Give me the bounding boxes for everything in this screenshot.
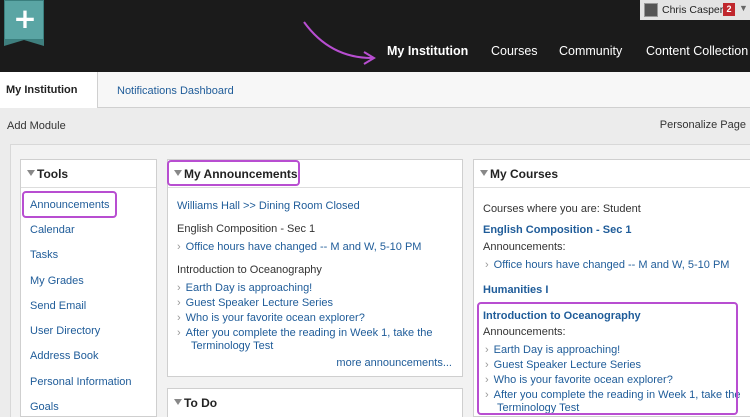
tab-notifications-dashboard[interactable]: Notifications Dashboard	[117, 85, 234, 97]
module-title: Tools	[37, 167, 69, 181]
top-bar: + Chris Casper 2 ▼ My Institution Course…	[0, 0, 750, 72]
add-logo-icon[interactable]: +	[4, 0, 44, 40]
avatar	[644, 3, 658, 17]
module-header[interactable]: My Courses	[474, 160, 750, 188]
announcement-item-label: Guest Speaker Lecture Series	[185, 297, 334, 309]
bullet-chevron-icon: ›	[177, 241, 181, 253]
nav-courses[interactable]: Courses	[491, 44, 538, 58]
announcement-link[interactable]: Williams Hall >> Dining Room Closed	[177, 200, 360, 212]
bullet-chevron-icon: ›	[177, 282, 181, 294]
pointer-arrow-icon	[303, 21, 376, 65]
chevron-down-icon[interactable]: ▼	[739, 3, 748, 13]
announcements-module: My Announcements Williams Hall >> Dining…	[167, 159, 463, 377]
announcement-item[interactable]: › Office hours have changed -- M and W, 5…	[177, 241, 421, 253]
module-header[interactable]: Tools	[21, 160, 156, 188]
bullet-chevron-icon: ›	[177, 327, 181, 339]
announcement-item-label: Earth Day is approaching!	[185, 282, 313, 294]
announcements-highlight	[22, 191, 117, 218]
announcement-item[interactable]: › Guest Speaker Lecture Series	[177, 297, 333, 309]
announcement-item-label: After you complete the reading in Week 1…	[185, 327, 433, 339]
action-bar: Add Module Personalize Page	[0, 108, 750, 144]
bullet-chevron-icon: ›	[177, 312, 181, 324]
user-menu[interactable]: Chris Casper 2 ▼	[640, 0, 750, 20]
tab-bar: My Institution Notifications Dashboard	[0, 72, 750, 108]
collapse-triangle-icon[interactable]	[27, 170, 35, 176]
tab-label: My Institution	[6, 84, 78, 96]
logo-ribbon-icon	[4, 40, 44, 46]
module-title: To Do	[184, 396, 218, 410]
course-announcements-label: Announcements:	[483, 241, 566, 253]
tool-calendar[interactable]: Calendar	[30, 224, 75, 236]
personalize-page-button[interactable]: Personalize Page	[660, 119, 746, 131]
notification-badge[interactable]: 2	[723, 3, 735, 16]
announcement-item[interactable]: › Earth Day is approaching!	[177, 282, 312, 294]
announcement-item[interactable]: › After you complete the reading in Week …	[177, 327, 433, 339]
course-link[interactable]: Humanities I	[483, 284, 548, 296]
tool-personal-information[interactable]: Personal Information	[30, 376, 132, 388]
more-announcements-link[interactable]: more announcements...	[336, 357, 452, 369]
course-link[interactable]: English Composition - Sec 1	[483, 224, 632, 236]
collapse-triangle-icon[interactable]	[174, 399, 182, 405]
user-name: Chris Casper	[662, 4, 724, 16]
bullet-chevron-icon: ›	[485, 259, 489, 271]
announcements-title-highlight	[167, 160, 300, 186]
tool-tasks[interactable]: Tasks	[30, 249, 58, 261]
announcement-item-label: Who is your favorite ocean explorer?	[185, 312, 365, 324]
tool-user-directory[interactable]: User Directory	[30, 325, 100, 337]
announcement-item-continued[interactable]: Terminology Test	[191, 340, 273, 352]
module-title: My Courses	[490, 167, 559, 181]
tab-my-institution[interactable]: My Institution	[0, 72, 98, 108]
tool-address-book[interactable]: Address Book	[30, 350, 98, 362]
oceanography-highlight	[477, 302, 738, 415]
tool-send-email[interactable]: Send Email	[30, 300, 86, 312]
module-header[interactable]: To Do	[168, 389, 462, 417]
course-heading: English Composition - Sec 1	[177, 223, 316, 235]
add-module-button[interactable]: Add Module	[7, 120, 66, 132]
announcement-item-label: Office hours have changed -- M and W, 5-…	[185, 241, 422, 253]
courses-role-text: Courses where you are: Student	[483, 203, 641, 215]
bullet-chevron-icon: ›	[177, 297, 181, 309]
course-announcement-item[interactable]: › Office hours have changed -- M and W, 5…	[485, 259, 729, 271]
nav-content-collection[interactable]: Content Collection	[646, 44, 748, 58]
collapse-triangle-icon[interactable]	[480, 170, 488, 176]
announcement-item[interactable]: › Who is your favorite ocean explorer?	[177, 312, 365, 324]
nav-community[interactable]: Community	[559, 44, 622, 58]
todo-module: To Do	[167, 388, 463, 417]
tool-my-grades[interactable]: My Grades	[30, 275, 84, 287]
course-announcement-label: Office hours have changed -- M and W, 5-…	[493, 259, 730, 271]
course-heading: Introduction to Oceanography	[177, 264, 322, 276]
tool-goals[interactable]: Goals	[30, 401, 59, 413]
nav-my-institution[interactable]: My Institution	[387, 44, 468, 58]
